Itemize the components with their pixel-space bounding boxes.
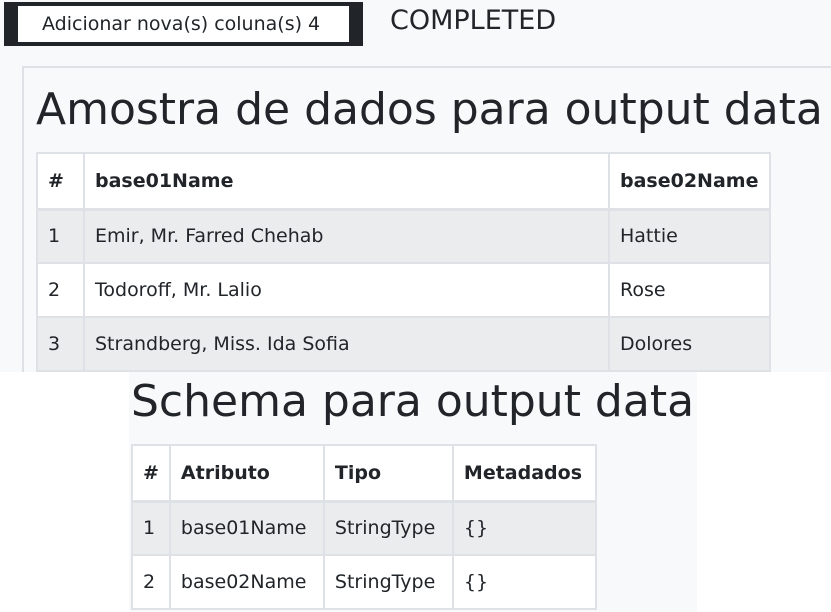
cell-base01name: Strandberg, Miss. Ida Sofia — [83, 316, 610, 372]
cell-tipo: StringType — [322, 554, 454, 610]
column-header-base02name: base02Name — [608, 152, 771, 211]
column-header-metadados: Metadados — [451, 444, 597, 503]
add-columns-button-frame: Adicionar nova(s) coluna(s) 4 — [4, 2, 363, 46]
table-row: 2 base02Name StringType {} — [131, 554, 597, 610]
schema-table: # Atributo Tipo Metadados 1 base01Name S… — [131, 444, 597, 610]
column-header-atributo: Atributo — [168, 444, 325, 503]
cell-base02name: Hattie — [608, 208, 771, 264]
cell-index: 2 — [131, 554, 171, 610]
table-header-row: # base01Name base02Name — [36, 152, 771, 211]
table-row: 2 Todoroff, Mr. Lalio Rose — [36, 262, 771, 318]
cell-atributo: base02Name — [168, 554, 325, 610]
column-header-index: # — [36, 152, 85, 211]
column-header-index: # — [131, 444, 171, 503]
cell-base02name: Dolores — [608, 316, 771, 372]
schema-title: Schema para output data — [131, 376, 695, 427]
sample-section: Adicionar nova(s) coluna(s) 4 COMPLETED … — [0, 0, 831, 372]
cell-index: 2 — [36, 262, 85, 318]
sample-title: Amostra de dados para output data — [36, 84, 823, 135]
cell-index: 1 — [131, 500, 171, 556]
table-header-row: # Atributo Tipo Metadados — [131, 444, 597, 503]
column-header-tipo: Tipo — [322, 444, 454, 503]
sample-data-table: # base01Name base02Name 1 Emir, Mr. Farr… — [36, 152, 771, 372]
cell-index: 3 — [36, 316, 85, 372]
cell-metadados: {} — [451, 554, 597, 610]
cell-tipo: StringType — [322, 500, 454, 556]
cell-base02name: Rose — [608, 262, 771, 318]
table-row: 3 Strandberg, Miss. Ida Sofia Dolores — [36, 316, 771, 372]
cell-index: 1 — [36, 208, 85, 264]
table-row: 1 base01Name StringType {} — [131, 500, 597, 556]
cell-base01name: Todoroff, Mr. Lalio — [83, 262, 610, 318]
cell-base01name: Emir, Mr. Farred Chehab — [83, 208, 610, 264]
add-columns-button[interactable]: Adicionar nova(s) coluna(s) 4 — [18, 6, 349, 42]
status-label: COMPLETED — [390, 5, 557, 36]
column-header-base01name: base01Name — [83, 152, 610, 211]
table-row: 1 Emir, Mr. Farred Chehab Hattie — [36, 208, 771, 264]
cell-metadados: {} — [451, 500, 597, 556]
cell-atributo: base01Name — [168, 500, 325, 556]
